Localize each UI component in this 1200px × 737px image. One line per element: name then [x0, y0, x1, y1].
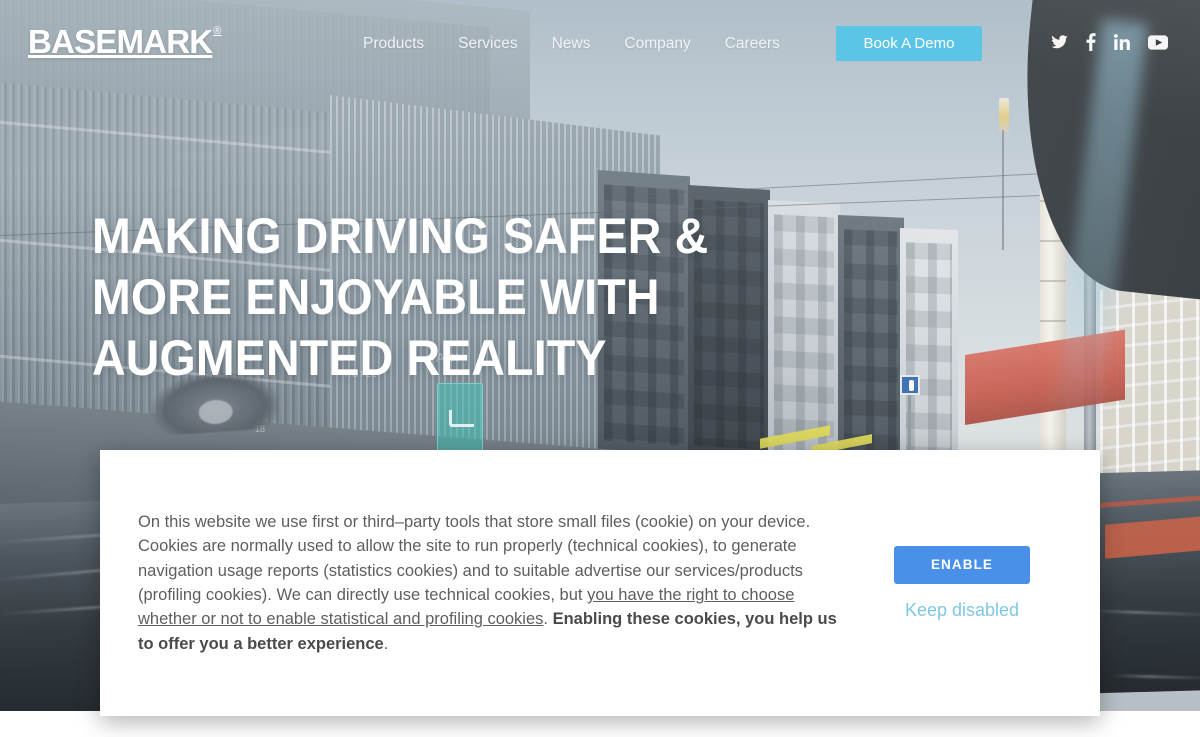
- enable-cookies-button[interactable]: ENABLE: [894, 545, 1030, 584]
- logo-text: BASEMARK: [28, 23, 213, 60]
- nav-item-company[interactable]: Company: [607, 32, 707, 56]
- twitter-icon[interactable]: [1051, 34, 1068, 50]
- youtube-icon[interactable]: [1148, 34, 1168, 50]
- window-grid: [906, 242, 952, 460]
- cookie-actions: ENABLE Keep disabled: [860, 545, 1100, 621]
- nav-item-careers[interactable]: Careers: [708, 32, 797, 56]
- cookie-consent-text: On this website we use first or third–pa…: [100, 510, 860, 656]
- crane-hook: [999, 98, 1009, 132]
- nav-item-services[interactable]: Services: [441, 32, 534, 56]
- nav-item-products[interactable]: Products: [363, 32, 441, 56]
- nav-item-news[interactable]: News: [535, 32, 608, 56]
- window-grid: [844, 229, 898, 458]
- logo-basemark[interactable]: BASEMARK ®: [28, 25, 221, 58]
- crane-cable: [1002, 130, 1004, 250]
- hero-headline: Making driving safer & more enjoyable wi…: [92, 208, 709, 386]
- page-root: HOTEL 18 A\X BASEMARK ® Products Service…: [0, 0, 1200, 737]
- cookie-consent-banner: On this website we use first or third–pa…: [100, 450, 1100, 716]
- book-a-demo-button[interactable]: Book A Demo: [836, 26, 982, 61]
- social-links: [1051, 33, 1168, 51]
- site-header: BASEMARK ® Products Services News Compan…: [0, 0, 1200, 88]
- registered-trademark-icon: ®: [213, 25, 222, 37]
- cookie-text-part2: .: [543, 610, 553, 629]
- main-navigation: Products Services News Company Careers: [363, 32, 797, 56]
- ar-overlay-card: [437, 383, 483, 455]
- cookie-text-part3: .: [383, 634, 389, 653]
- linkedin-icon[interactable]: [1114, 34, 1130, 50]
- facebook-icon[interactable]: [1086, 33, 1096, 51]
- crosswalk-sign: [900, 375, 920, 395]
- keep-disabled-button[interactable]: Keep disabled: [905, 600, 1019, 621]
- hero-copy: Making driving safer & more enjoyable wi…: [92, 206, 792, 389]
